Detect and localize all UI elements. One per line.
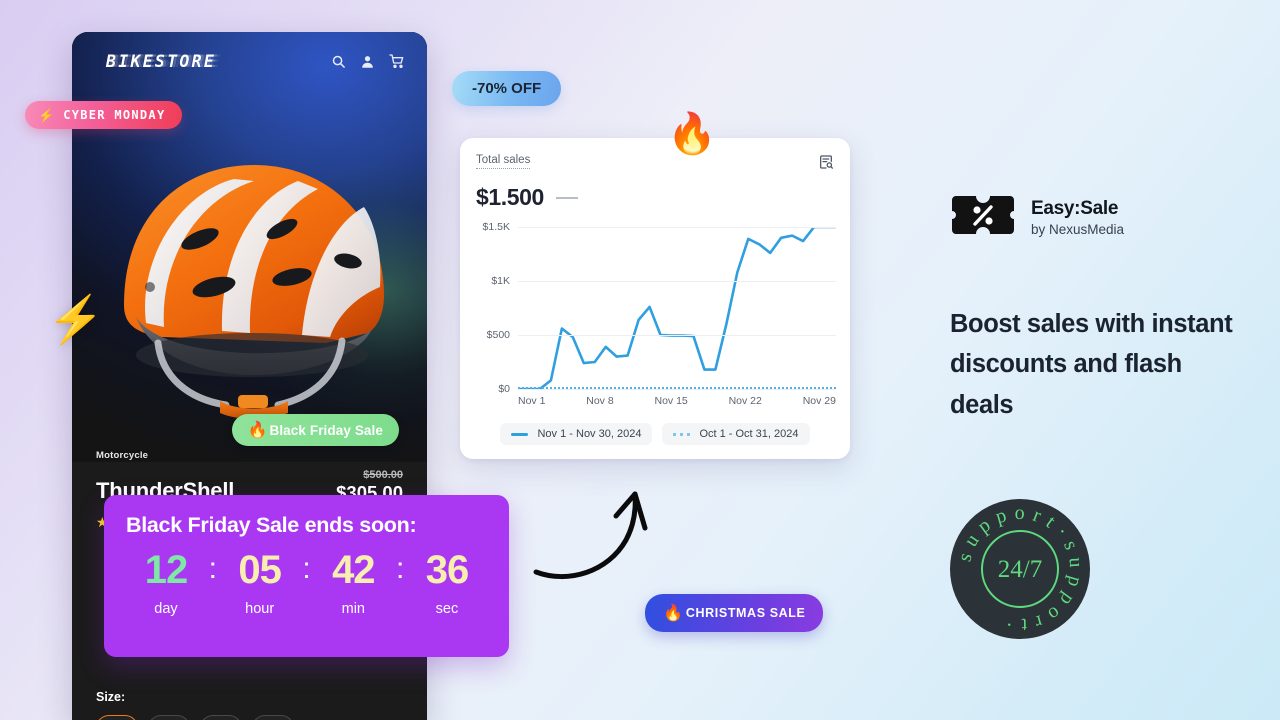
series-nov-line — [518, 227, 836, 389]
marketing-headline: Boost sales with instant discounts and f… — [950, 310, 1233, 419]
christmas-sale-label: CHRISTMAS SALE — [685, 606, 806, 620]
gridline — [518, 227, 836, 228]
countdown-unit-hour: 05 hour — [224, 550, 296, 617]
curved-arrow-icon — [533, 491, 648, 580]
chart-card-header: Total sales — [474, 154, 836, 175]
marketing-panel: Easy:Sale by NexusMedia Boost sales with… — [950, 192, 1250, 425]
fire-emoji-icon: 🔥 — [667, 112, 717, 156]
y-tick-500: $500 — [486, 329, 510, 341]
sales-line-chart: $1.5K $1K $500 $0 Nov 1 Nov 8 Nov 15 Nov… — [474, 221, 836, 407]
legend-label-october: Oct 1 - Oct 31, 2024 — [699, 428, 799, 440]
store-topbar: BIKESTORE — [72, 32, 427, 90]
size-option-s[interactable]: S — [96, 715, 138, 720]
search-icon[interactable] — [331, 54, 346, 69]
countdown-caption-hour: hour — [245, 601, 275, 617]
fire-icon: 🔥 — [663, 605, 683, 622]
fire-icon: 🔥 — [247, 422, 268, 439]
countdown-separator: : — [302, 552, 311, 585]
lightning-bolt-decoration-icon: ⚡ — [47, 293, 105, 345]
support-badge-center: 24/7 — [998, 556, 1042, 583]
countdown-value-min: 42 — [332, 548, 376, 592]
legend-dotted-line-icon — [673, 432, 691, 436]
support-24-7-badge: support·support· 24/7 — [950, 499, 1090, 639]
countdown-caption-day: day — [154, 601, 178, 617]
y-axis: $1.5K $1K $500 $0 — [474, 221, 510, 395]
countdown-title: Black Friday Sale ends soon: — [126, 513, 417, 537]
chart-total-amount: $1.500 — [476, 184, 544, 210]
user-icon[interactable] — [360, 54, 375, 69]
christmas-sale-pill[interactable]: 🔥 CHRISTMAS SALE — [645, 594, 824, 632]
app-vendor: by NexusMedia — [1031, 222, 1125, 237]
countdown-units: 12 day : 05 hour : 42 min : 36 sec — [126, 550, 487, 617]
black-friday-sale-badge[interactable]: 🔥 Black Friday Sale — [231, 414, 399, 446]
size-label: Size: — [96, 690, 126, 704]
x-tick-nov-1: Nov 1 — [518, 395, 546, 407]
product-image-helmet — [124, 165, 384, 419]
x-tick-nov-29: Nov 29 — [802, 395, 836, 407]
product-category: Motorcycle — [96, 450, 149, 461]
total-sales-chart-card: Total sales $1.500 $1.5K $1K $500 $0 Nov… — [460, 138, 850, 459]
legend-item-october[interactable]: Oct 1 - Oct 31, 2024 — [662, 423, 810, 445]
legend-solid-line-icon — [511, 432, 529, 436]
cyber-monday-label: CYBER MONDAY — [63, 108, 166, 122]
countdown-value-hour: 05 — [238, 548, 282, 592]
x-tick-nov-8: Nov 8 — [586, 395, 614, 407]
price-original: $500.00 — [363, 469, 403, 481]
ticket-percent-icon — [950, 192, 1016, 243]
chart-plot-area — [518, 227, 836, 389]
discount-pill[interactable]: -70% OFF — [452, 71, 562, 106]
countdown-banner: Black Friday Sale ends soon: 12 day : 05… — [104, 495, 509, 657]
store-topbar-icons — [331, 53, 405, 69]
x-tick-nov-15: Nov 15 — [654, 395, 688, 407]
chart-delta-dash — [555, 196, 578, 199]
countdown-caption-min: min — [341, 601, 365, 617]
countdown-value-day: 12 — [144, 548, 189, 592]
legend-item-november[interactable]: Nov 1 - Nov 30, 2024 — [500, 423, 653, 445]
x-axis: Nov 1 Nov 8 Nov 15 Nov 22 Nov 29 — [518, 395, 836, 407]
gridline — [518, 335, 836, 336]
countdown-separator: : — [395, 552, 405, 585]
countdown-unit-day: 12 day — [130, 550, 202, 617]
y-tick-1000: $1K — [491, 275, 510, 287]
chart-amount-row: $1.500 — [474, 184, 836, 211]
size-options: S M L XL — [96, 715, 403, 720]
countdown-separator: : — [208, 552, 217, 585]
countdown-unit-min: 42 min — [317, 550, 389, 617]
chart-legend: Nov 1 - Nov 30, 2024 Oct 1 - Oct 31, 202… — [460, 423, 850, 445]
app-brand-text: Easy:Sale by NexusMedia — [1031, 198, 1124, 237]
countdown-caption-sec: sec — [435, 601, 459, 617]
y-tick-1500: $1.5K — [482, 221, 510, 233]
size-selector: Size: S M L XL — [72, 690, 427, 720]
x-tick-nov-22: Nov 22 — [728, 395, 762, 407]
y-tick-0: $0 — [498, 383, 510, 395]
store-brand-logo[interactable]: BIKESTORE — [106, 52, 216, 71]
gridline — [518, 389, 836, 390]
cyber-monday-badge[interactable]: ⚡ CYBER MONDAY — [25, 101, 183, 129]
countdown-value-sec: 36 — [425, 548, 470, 592]
cart-icon[interactable] — [389, 53, 405, 69]
chart-subtitle: Total sales — [476, 154, 531, 169]
countdown-unit-sec: 36 sec — [411, 550, 483, 617]
lightning-bolt-icon: ⚡ — [38, 107, 55, 123]
gridline — [518, 281, 836, 282]
size-option-xl[interactable]: XL — [252, 715, 294, 720]
series-oct-line — [518, 387, 836, 389]
app-name: Easy:Sale — [1031, 198, 1119, 219]
legend-label-november: Nov 1 - Nov 30, 2024 — [537, 428, 642, 440]
app-brand-row: Easy:Sale by NexusMedia — [950, 192, 1250, 243]
black-friday-sale-label: Black Friday Sale — [269, 422, 383, 438]
report-search-icon[interactable] — [818, 154, 834, 175]
size-option-m[interactable]: M — [148, 715, 190, 720]
size-option-l[interactable]: L — [200, 715, 242, 720]
